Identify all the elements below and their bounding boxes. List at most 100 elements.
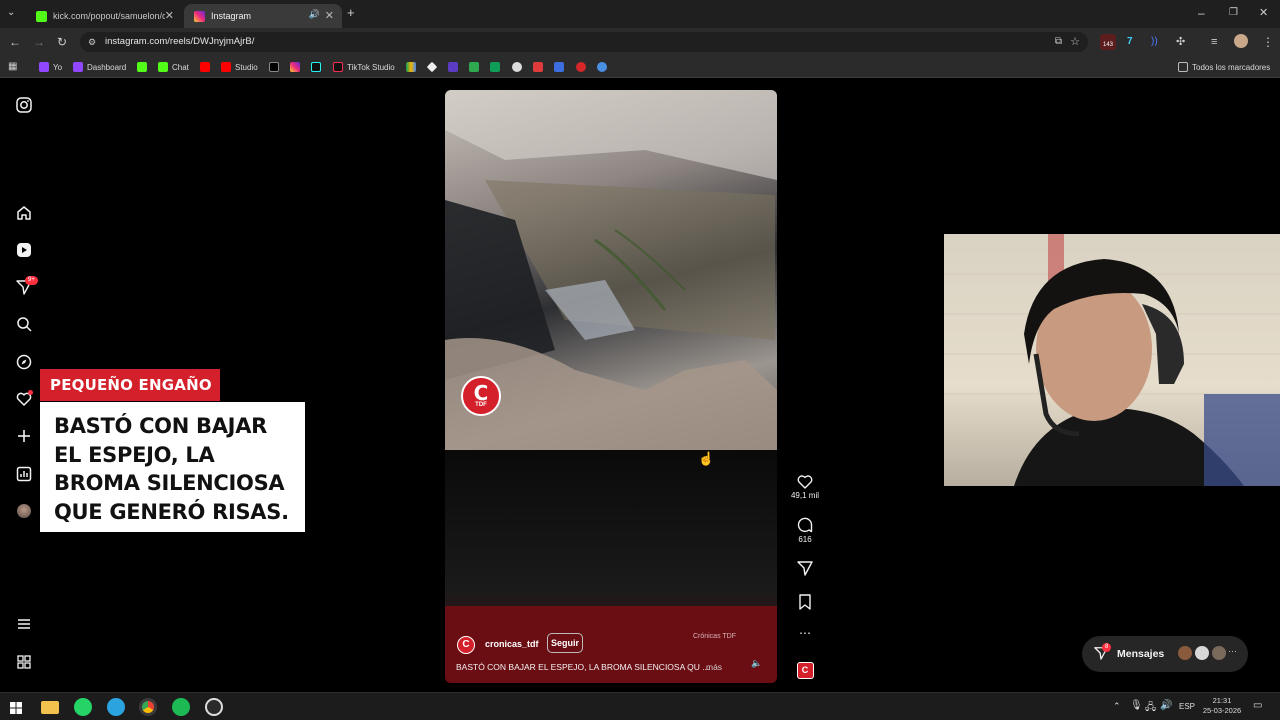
bookmark-ext-c[interactable] — [469, 60, 483, 74]
telegram-icon[interactable] — [107, 698, 125, 716]
bookmark-icon — [799, 594, 811, 610]
bookmark-kick[interactable] — [137, 60, 151, 74]
tray-overflow-icon[interactable]: ⌃ — [1113, 701, 1121, 712]
headline-tag: PEQUEÑO ENGAÑO — [40, 369, 220, 401]
bookmark-dashboard[interactable]: Dashboard — [73, 60, 126, 74]
youtube-icon — [200, 62, 210, 72]
spotify-icon[interactable] — [172, 698, 190, 716]
explore-icon[interactable] — [15, 353, 33, 371]
bookmark-ext-b[interactable] — [448, 60, 462, 74]
comment-icon — [797, 517, 813, 533]
whatsapp-icon[interactable] — [74, 698, 92, 716]
reload-icon[interactable]: ↻ — [57, 35, 67, 49]
bookmark-ext-a[interactable] — [426, 60, 441, 74]
home-icon[interactable] — [15, 204, 33, 222]
create-icon[interactable] — [15, 427, 33, 445]
save-button[interactable] — [789, 594, 821, 612]
tab-instagram[interactable]: Instagram 🔊 ✕ — [184, 4, 342, 28]
bookmark-x[interactable] — [269, 60, 283, 74]
audio-playing-icon[interactable]: 🔊 — [309, 9, 320, 20]
blue-square-icon — [554, 62, 564, 72]
file-explorer-icon[interactable] — [41, 701, 59, 714]
more-options-button[interactable]: ⋯ — [789, 626, 821, 640]
more-apps-icon[interactable] — [15, 653, 33, 671]
tab-search-icon[interactable]: ⌄ — [7, 6, 15, 20]
close-tab-icon[interactable]: ✕ — [325, 9, 334, 22]
notification-center-icon[interactable]: ▭ — [1253, 700, 1262, 711]
reels-icon[interactable] — [15, 241, 33, 259]
bookmark-tiktok-studio[interactable]: TikTok Studio — [333, 60, 395, 74]
sheets-icon — [490, 62, 500, 72]
bookmark-star-icon[interactable]: ☆ — [1070, 32, 1080, 52]
back-icon[interactable]: ← — [9, 35, 21, 49]
bookmark-tiktok[interactable] — [311, 60, 325, 74]
browser-menu-icon[interactable]: ⋮ — [1262, 35, 1274, 49]
extensions-puzzle-icon[interactable]: ✣ — [1176, 35, 1185, 49]
bookmark-yo[interactable]: Yo — [39, 60, 62, 74]
close-window-button[interactable]: ✕ — [1259, 6, 1268, 20]
extension-icon-3[interactable]: )) — [1151, 35, 1158, 49]
search-icon[interactable] — [15, 315, 33, 333]
diamond-icon — [426, 61, 438, 73]
bookmark-sheets[interactable] — [490, 60, 504, 74]
follow-button[interactable]: Seguir — [547, 633, 583, 653]
bookmark-ext-d[interactable] — [512, 60, 526, 74]
media-controls-icon[interactable]: ≡ — [1211, 35, 1217, 49]
bookmark-label: Yo — [53, 62, 63, 72]
contact-avatar — [1195, 646, 1209, 660]
author-username[interactable]: cronicas_tdf — [485, 639, 539, 649]
profile-avatar[interactable] — [15, 502, 33, 520]
dashboard-icon[interactable] — [15, 465, 33, 483]
reel-player[interactable]: C TDF Crónicas TDF C cronicas_tdf Seguir… — [445, 90, 777, 683]
new-tab-button[interactable]: + — [347, 6, 355, 20]
obs-icon[interactable] — [205, 698, 223, 716]
profile-avatar[interactable] — [1234, 34, 1248, 48]
author-avatar[interactable]: C — [457, 636, 475, 654]
forward-icon[interactable]: → — [33, 35, 45, 49]
bookmark-youtube[interactable] — [200, 60, 214, 74]
bookmarks-bar: ▦ Yo Dashboard Chat Studio TikTok Studio… — [0, 56, 1280, 78]
close-tab-icon[interactable]: ✕ — [165, 9, 174, 22]
kick-icon — [158, 62, 168, 72]
volume-icon[interactable]: 🔊 — [1160, 700, 1172, 711]
extension-icon-1[interactable]: 143 — [1100, 34, 1116, 50]
apps-grid-icon[interactable]: ▦ — [8, 60, 17, 74]
tab-title: Instagram — [211, 11, 252, 21]
site-info-icon[interactable]: ⚙ — [88, 32, 96, 52]
bookmark-instagram[interactable] — [290, 60, 304, 74]
language-indicator[interactable]: ESP — [1179, 702, 1195, 711]
minimize-button[interactable]: – — [1198, 6, 1205, 20]
bookmark-studio[interactable]: Studio — [221, 60, 258, 74]
network-icon[interactable]: 🖧 — [1145, 700, 1156, 717]
comment-button[interactable]: 616 — [789, 517, 821, 544]
all-bookmarks[interactable]: Todos los marcadores — [1178, 60, 1270, 74]
bookmark-ext-f[interactable] — [554, 60, 568, 74]
start-button[interactable] — [10, 701, 22, 714]
restore-button[interactable]: ❐ — [1229, 6, 1238, 20]
bookmark-ext-h[interactable] — [597, 60, 611, 74]
chrome-icon[interactable] — [139, 698, 157, 716]
extension-icon-2[interactable]: 7 — [1127, 35, 1133, 49]
microphone-icon[interactable]: 🎙 — [1130, 700, 1143, 711]
notifications-icon[interactable] — [15, 390, 33, 408]
mute-icon[interactable]: 🔈 — [751, 658, 762, 669]
caption-more-link[interactable]: más — [706, 662, 722, 672]
clock[interactable]: 21:31 25-03-2026 — [1200, 696, 1244, 716]
share-button[interactable] — [789, 560, 821, 578]
messages-button[interactable]: 8 Mensajes ⋯ — [1082, 636, 1248, 672]
address-bar[interactable]: ⚙ instagram.com/reels/DWJnyjmAjrB/ ⧉ ☆ — [80, 32, 1088, 52]
green-square-icon — [469, 62, 479, 72]
like-button[interactable]: 49,1 mil — [789, 474, 821, 500]
menu-icon[interactable] — [15, 615, 33, 633]
reel-video-frame[interactable]: C TDF — [445, 90, 777, 450]
instagram-logo-icon[interactable] — [15, 96, 33, 114]
bookmark-chat[interactable]: Chat — [158, 60, 189, 74]
direct-icon[interactable]: 9+ — [15, 276, 38, 296]
install-app-icon[interactable]: ⧉ — [1055, 32, 1062, 52]
x-icon — [269, 62, 279, 72]
bookmark-ext-e[interactable] — [533, 60, 547, 74]
bookmark-ext-g[interactable] — [576, 60, 590, 74]
audio-avatar[interactable]: C — [789, 662, 821, 679]
bookmark-drive[interactable] — [406, 60, 420, 74]
tab-kick[interactable]: kick.com/popout/samuelon/ch ✕ — [26, 4, 182, 28]
